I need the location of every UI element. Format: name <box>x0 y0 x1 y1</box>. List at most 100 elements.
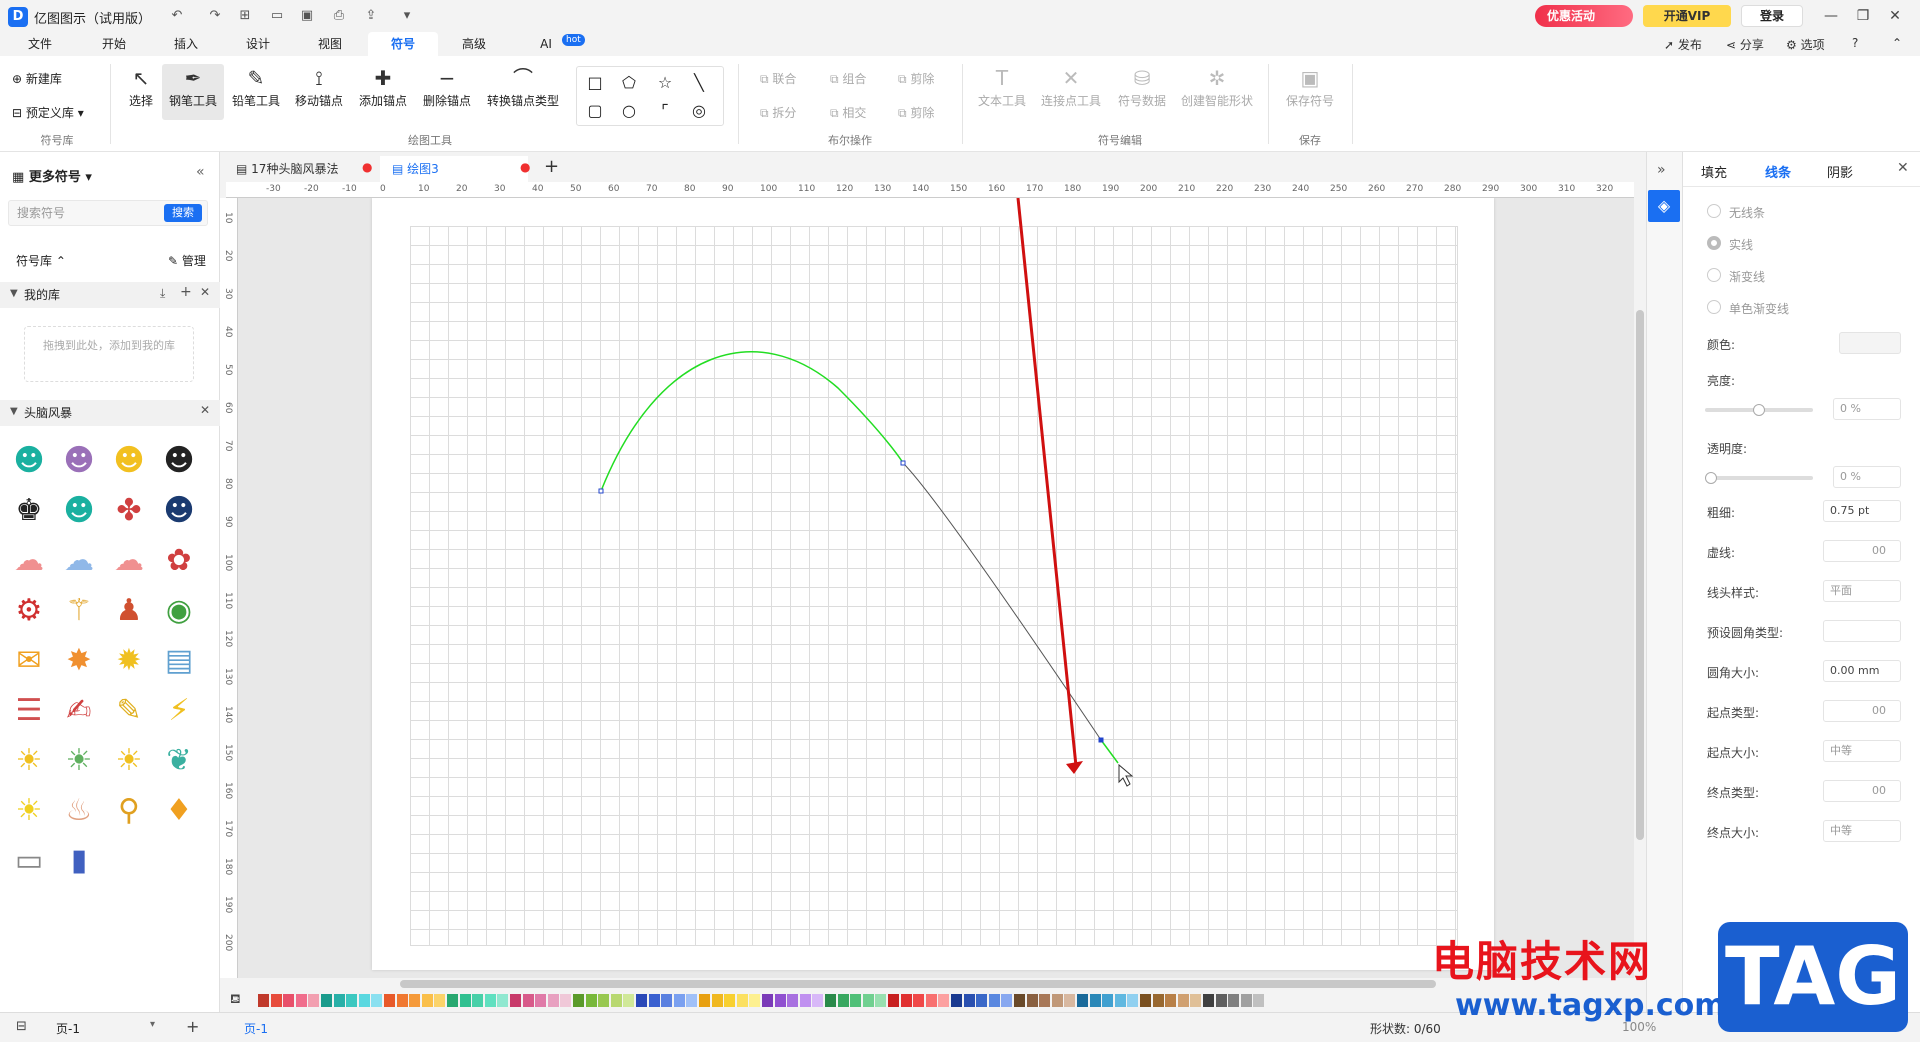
corner-size-input[interactable]: 0.00 mm <box>1823 660 1901 682</box>
color-swatch[interactable] <box>799 994 811 1007</box>
color-swatch[interactable] <box>774 994 786 1007</box>
color-swatch[interactable] <box>598 994 610 1007</box>
color-swatch[interactable] <box>1064 994 1076 1007</box>
publish-button[interactable]: ➚ 发布 <box>1664 36 1702 53</box>
horizontal-scrollbar[interactable] <box>400 980 1436 988</box>
color-swatch[interactable] <box>787 994 799 1007</box>
color-swatch[interactable] <box>762 994 773 1007</box>
magnifier-icon[interactable]: ⚲ <box>110 792 148 830</box>
color-swatch[interactable] <box>358 994 370 1007</box>
color-swatch[interactable] <box>963 994 975 1007</box>
color-swatch[interactable] <box>371 994 383 1007</box>
page-selector[interactable]: 页-1 <box>56 1020 80 1037</box>
close-lib-icon[interactable]: ✕ <box>200 403 210 417</box>
color-swatch[interactable] <box>283 994 295 1007</box>
end-size-select[interactable]: 中等 <box>1823 820 1901 842</box>
close-window-icon[interactable]: ✕ <box>1880 4 1910 28</box>
magic-wand-icon[interactable]: ⚚ <box>60 592 98 630</box>
radio-solid-line[interactable] <box>1707 236 1721 250</box>
thinking-person-icon[interactable]: ♚ <box>10 492 48 530</box>
open-file-icon[interactable]: ▭ <box>268 7 286 25</box>
color-swatch[interactable] <box>1089 994 1101 1007</box>
brain-light-icon[interactable]: ☁ <box>110 542 148 580</box>
color-swatch[interactable] <box>346 994 358 1007</box>
radio-no-line[interactable] <box>1707 204 1721 218</box>
save-icon[interactable]: ▣ <box>298 7 316 25</box>
line-segment-2[interactable] <box>902 462 1102 741</box>
convert-anchor-button[interactable]: ⌒ 转换锚点类型 <box>484 64 562 120</box>
gear-head-icon[interactable]: ☻ <box>110 442 148 480</box>
color-swatch[interactable] <box>258 994 269 1007</box>
options-button[interactable]: ⚙ 选项 <box>1786 36 1825 53</box>
color-swatch[interactable] <box>699 994 710 1007</box>
anchor-point[interactable] <box>900 460 906 466</box>
start-size-select[interactable]: 中等 <box>1823 740 1901 762</box>
page-layout-icon[interactable]: ⊟ <box>16 1019 27 1034</box>
brain-silhouette-icon[interactable]: ☻ <box>160 492 198 530</box>
tab-file[interactable]: 文件 <box>18 32 62 56</box>
color-swatch[interactable] <box>1077 994 1088 1007</box>
tab-symbol[interactable]: 符号 <box>368 32 438 56</box>
dark-head-icon[interactable]: ☻ <box>160 442 198 480</box>
brightness-slider-knob[interactable] <box>1753 404 1765 416</box>
subtract-button[interactable]: ⧉ 剪除 <box>898 70 934 87</box>
vip-button[interactable]: 开通VIP <box>1643 5 1731 27</box>
color-swatch[interactable] <box>951 994 962 1007</box>
color-swatch[interactable] <box>988 994 1000 1007</box>
close-panel-icon[interactable]: ✕ <box>1897 160 1909 176</box>
color-swatch[interactable] <box>1240 994 1252 1007</box>
question-head-icon[interactable]: ☻ <box>60 492 98 530</box>
color-swatch[interactable] <box>812 994 824 1007</box>
line-width-input[interactable]: 0.75 pt <box>1823 500 1901 522</box>
chat-bubbles-icon[interactable]: ✉ <box>10 642 48 680</box>
pencil-tool-button[interactable]: ✎ 铅笔工具 <box>228 64 284 120</box>
color-swatch[interactable] <box>1203 994 1214 1007</box>
color-swatch[interactable] <box>409 994 421 1007</box>
combine-button[interactable]: ⧉ 组合 <box>830 70 866 87</box>
checklist-icon[interactable]: ☰ <box>10 692 48 730</box>
page-dropdown-icon[interactable]: ▾ <box>150 1019 155 1030</box>
add-page-icon[interactable]: + <box>186 1017 199 1036</box>
lightbulb-glow-icon[interactable]: ☀ <box>10 792 48 830</box>
color-swatch[interactable] <box>472 994 484 1007</box>
radio-gradient-line[interactable] <box>1707 268 1721 282</box>
print-icon[interactable]: ⎙ <box>330 7 348 25</box>
search-button[interactable]: 搜索 <box>164 204 202 222</box>
delete-anchor-button[interactable]: − 删除锚点 <box>418 64 476 120</box>
color-swatch[interactable] <box>484 994 496 1007</box>
radio-mono-gradient-line[interactable] <box>1707 300 1721 314</box>
connect-point-tool-button[interactable]: ✕ 连接点工具 <box>1038 64 1104 120</box>
brain-red-icon[interactable]: ✿ <box>160 542 198 580</box>
lightbulb-gear-icon[interactable]: ☀ <box>60 742 98 780</box>
color-swatch[interactable] <box>875 994 887 1007</box>
close-lib-icon[interactable]: ✕ <box>200 285 210 299</box>
collapse-ribbon-icon[interactable]: ⌃ <box>1892 36 1902 50</box>
torch-icon[interactable]: ♦ <box>160 792 198 830</box>
color-swatch[interactable] <box>384 994 395 1007</box>
tab-fill[interactable]: 填充 <box>1701 162 1727 181</box>
color-swatch[interactable] <box>447 994 458 1007</box>
color-swatch[interactable] <box>661 994 673 1007</box>
color-swatch[interactable] <box>421 994 433 1007</box>
color-swatch[interactable] <box>825 994 836 1007</box>
tab-insert[interactable]: 插入 <box>164 32 208 56</box>
notes-icon[interactable]: ✍ <box>60 692 98 730</box>
brain-pink-icon[interactable]: ☁ <box>10 542 48 580</box>
color-swatch[interactable] <box>510 994 521 1007</box>
tab-design[interactable]: 设计 <box>236 32 280 56</box>
bulb-card-icon[interactable]: ▭ <box>10 842 48 880</box>
color-swatch[interactable] <box>1190 994 1202 1007</box>
color-swatch[interactable] <box>1165 994 1177 1007</box>
color-swatch[interactable] <box>925 994 937 1007</box>
fountain-icon[interactable]: ❦ <box>160 742 198 780</box>
new-file-icon[interactable]: ⊞ <box>236 7 254 25</box>
color-swatch[interactable] <box>724 994 736 1007</box>
color-swatch[interactable] <box>1001 994 1013 1007</box>
burst-icon[interactable]: ✸ <box>60 642 98 680</box>
color-swatch[interactable] <box>1051 994 1063 1007</box>
color-swatch[interactable] <box>862 994 874 1007</box>
color-swatch[interactable] <box>535 994 547 1007</box>
text-tool-button[interactable]: T 文本工具 <box>974 64 1030 120</box>
curve-segment-1[interactable] <box>600 351 904 492</box>
preset-library-button[interactable]: ⊟ 预定义库 ▾ <box>12 104 84 121</box>
